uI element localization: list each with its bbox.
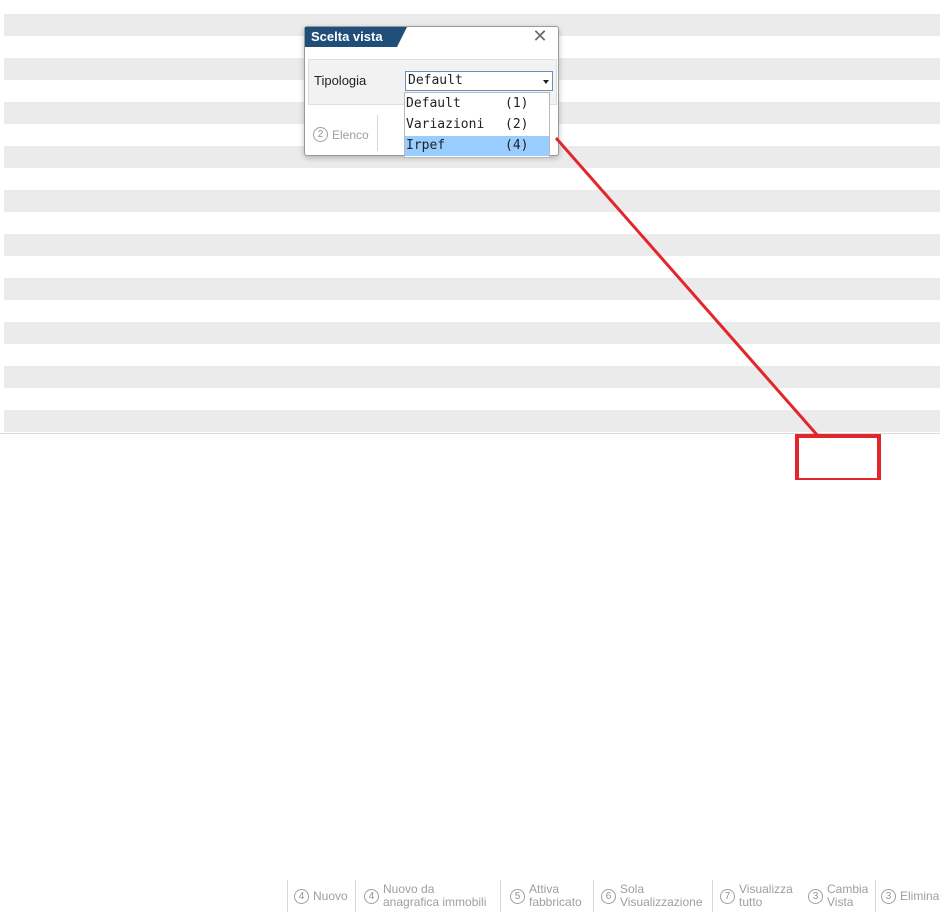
- list-row-stripe: [4, 278, 940, 300]
- vista-label: Vista: [827, 895, 854, 909]
- option-default[interactable]: Default (1): [405, 94, 549, 114]
- nuovo-button[interactable]: 4 Nuovo: [294, 879, 348, 913]
- option-irpef-label: Irpef: [406, 138, 446, 153]
- key-4-icon: 4: [364, 888, 379, 904]
- key-2-icon: 2: [313, 127, 328, 142]
- toolbar-separator: [287, 880, 288, 912]
- toolbar-separator: [875, 880, 876, 912]
- tipologia-select[interactable]: Default: [405, 71, 553, 91]
- toolbar-separator: [500, 880, 501, 912]
- list-row-stripe: [4, 410, 940, 432]
- option-variazioni-label: Variazioni: [406, 117, 485, 132]
- bottom-toolbar: 4 Nuovo 4 Nuovo da anagrafica immobili 5…: [0, 433, 940, 912]
- nuovo-da-anagrafica-button[interactable]: 4 Nuovo da anagrafica immobili: [364, 879, 486, 913]
- visualizza-label: Visualizza: [739, 882, 793, 896]
- key-5-icon: 5: [510, 888, 525, 904]
- key-4-icon: 4: [294, 888, 309, 904]
- list-row-stripe: [4, 366, 940, 388]
- list-row-stripe: [4, 322, 940, 344]
- option-variazioni-shortcut: (2): [505, 117, 529, 132]
- key-7-icon: 7: [720, 888, 735, 904]
- visualizzazione-label: Visualizzazione: [620, 895, 703, 909]
- fabbricato-label: fabbricato: [529, 895, 582, 909]
- key-3-icon: 3: [881, 888, 896, 904]
- option-default-shortcut: (1): [505, 96, 529, 111]
- list-row-stripe: [4, 190, 940, 212]
- elenco-label: Elenco: [332, 127, 369, 142]
- nuovo-da-label: Nuovo da: [383, 882, 435, 896]
- visualizza-tutto-button[interactable]: 7 Visualizza tutto: [720, 879, 793, 913]
- option-default-label: Default: [406, 96, 461, 111]
- cambia-vista-button[interactable]: 3 Cambia Vista: [808, 879, 868, 913]
- toolbar-separator: [712, 880, 713, 912]
- tipologia-select-value: Default: [408, 73, 463, 88]
- attiva-label: Attiva: [529, 882, 560, 896]
- close-icon[interactable]: ✕: [531, 28, 549, 47]
- key-3-icon: 3: [808, 888, 823, 904]
- option-irpef-shortcut: (4): [505, 138, 529, 153]
- tipologia-dropdown-list: Default (1) Variazioni (2) Irpef (4): [404, 92, 550, 158]
- tipologia-label: Tipologia: [314, 73, 367, 88]
- list-row-stripe: [4, 234, 940, 256]
- chevron-down-icon: [543, 80, 549, 84]
- option-irpef[interactable]: Irpef (4): [405, 136, 549, 156]
- sola-visualizzazione-button[interactable]: 6 Sola Visualizzazione: [601, 879, 703, 913]
- nuovo-label: Nuovo: [313, 888, 348, 903]
- anagrafica-immobili-label: anagrafica immobili: [383, 895, 487, 909]
- elenco-button[interactable]: 2 Elenco: [313, 127, 369, 142]
- cambia-label: Cambia: [827, 882, 869, 896]
- dialog-title-tail: [397, 27, 407, 47]
- toolbar-separator: [355, 880, 356, 912]
- dialog-separator: [377, 115, 378, 151]
- key-6-icon: 6: [601, 888, 616, 904]
- elimina-button[interactable]: 3 Elimina: [881, 879, 939, 913]
- tutto-label: tutto: [739, 895, 763, 909]
- option-variazioni[interactable]: Variazioni (2): [405, 115, 549, 135]
- sola-label: Sola: [620, 882, 645, 896]
- toolbar-separator: [593, 880, 594, 912]
- dialog-title: Scelta vista: [305, 27, 397, 47]
- attiva-fabbricato-button[interactable]: 5 Attiva fabbricato: [510, 879, 582, 913]
- elimina-label: Elimina: [900, 888, 940, 903]
